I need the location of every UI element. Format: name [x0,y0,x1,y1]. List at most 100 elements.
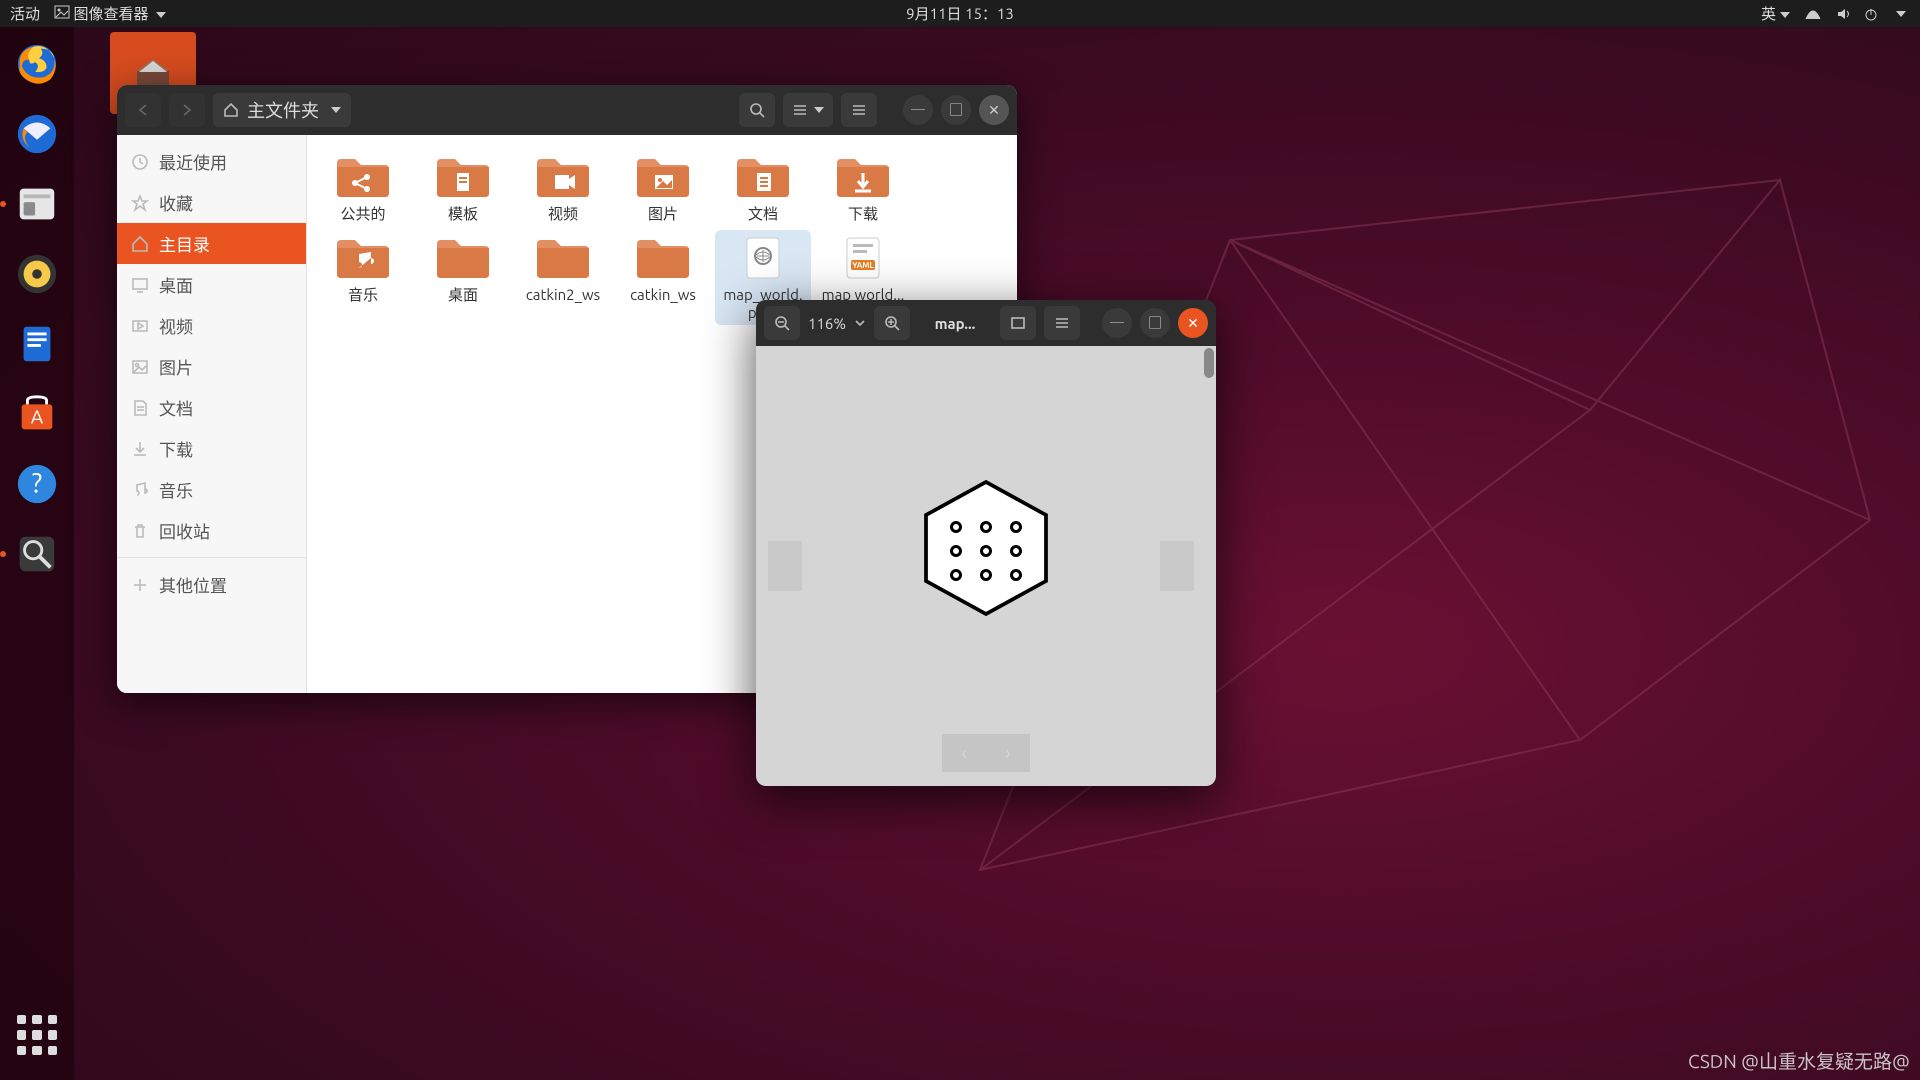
system-menu-chevron-icon[interactable] [1896,11,1906,17]
power-icon[interactable] [1864,7,1878,21]
maximize-button[interactable]: □ [941,95,971,125]
folder-item[interactable]: 图片 [615,149,711,226]
sidebar-item-label: 文档 [159,395,193,420]
network-icon[interactable] [1804,7,1822,21]
dock: A ? [0,27,74,1080]
star-icon [131,194,149,212]
sidebar-item-trash[interactable]: 回收站 [117,510,306,551]
sidebar-item-label: 图片 [159,354,193,379]
sidebar-item-label: 最近使用 [159,149,227,174]
dock-firefox[interactable] [6,33,68,95]
watermark: CSDN @山重水复疑无路@ [1688,1047,1910,1074]
folder-item[interactable]: 视频 [515,149,611,226]
view-toggle-button[interactable] [783,93,833,127]
folder-item[interactable]: 下载 [815,149,911,226]
sidebar-item-label: 主目录 [159,231,210,256]
folder-item[interactable]: 桌面 [415,230,511,325]
dock-rhythmbox[interactable] [6,243,68,305]
folder-item[interactable]: 音乐 [315,230,411,325]
file-label: 音乐 [348,286,378,303]
ime-indicator[interactable]: 英 [1761,3,1790,24]
zoom-out-button[interactable] [764,306,800,340]
download-icon [131,440,149,458]
file-label: 桌面 [448,286,478,303]
dock-thunderbird[interactable] [6,103,68,165]
folder-item[interactable]: 公共的 [315,149,411,226]
file-label: 公共的 [340,205,385,222]
dock-files[interactable] [6,173,68,235]
chevron-down-icon [156,12,166,18]
svg-text:A: A [31,406,44,428]
next-button[interactable]: › [986,734,1030,772]
dock-software[interactable]: A [6,383,68,445]
folder-item[interactable]: catkin_ws [615,230,711,325]
chevron-down-icon[interactable] [854,317,866,329]
maximize-button[interactable]: □ [1140,308,1170,338]
viewer-canvas[interactable]: ‹ › [756,346,1216,786]
dock-writer[interactable] [6,313,68,375]
search-button[interactable] [739,93,775,127]
minimize-button[interactable]: ─ [903,95,933,125]
dock-help[interactable]: ? [6,453,68,515]
activities-button[interactable]: 活动 [10,3,40,24]
sidebar-item-music[interactable]: 音乐 [117,469,306,510]
sidebar-item-star[interactable]: 收藏 [117,182,306,223]
folder-item[interactable]: catkin2_ws [515,230,611,325]
app-menu[interactable]: 图像查看器 [54,3,166,24]
sidebar-item-clock[interactable]: 最近使用 [117,141,306,182]
image-viewer-window: 116% map... ─ □ ✕ ‹ › [756,300,1216,786]
sidebar-item-desktop[interactable]: 桌面 [117,264,306,305]
clock[interactable]: 9月11日 15：13 [906,3,1014,24]
nav-overlay: ‹ › [942,734,1030,772]
path-bar[interactable]: 主文件夹 [213,93,351,127]
close-button[interactable]: ✕ [979,95,1009,125]
sidebar-item-label: 下载 [159,436,193,461]
zoom-in-button[interactable] [874,306,910,340]
home-icon [131,235,149,253]
file-label: catkin2_ws [526,286,600,303]
sidebar-item-home[interactable]: 主目录 [117,223,306,264]
sidebar-item-label: 收藏 [159,190,193,215]
dock-show-apps[interactable] [6,1004,68,1066]
fullscreen-button[interactable] [1000,306,1036,340]
sidebar-item-doc[interactable]: 文档 [117,387,306,428]
sidebar-item-image[interactable]: 图片 [117,346,306,387]
files-headerbar: 主文件夹 ─ □ ✕ [117,85,1017,135]
image-viewer-app-icon [54,5,70,19]
prev-image-overlay[interactable] [768,541,802,591]
svg-text:?: ? [32,469,42,499]
chevron-down-icon [331,107,341,113]
close-button[interactable]: ✕ [1178,308,1208,338]
clock-icon [131,153,149,171]
image-icon [131,358,149,376]
sidebar-item-label: 视频 [159,313,193,338]
minimize-button[interactable]: ─ [1102,308,1132,338]
files-sidebar: 最近使用收藏主目录桌面视频图片文档下载音乐回收站其他位置 [117,135,307,693]
hamburger-menu-button[interactable] [1044,306,1080,340]
next-image-overlay[interactable] [1160,541,1194,591]
nav-back-button[interactable] [125,93,161,127]
sidebar-item-label: 回收站 [159,518,210,543]
prev-button[interactable]: ‹ [942,734,986,772]
sidebar-item-video[interactable]: 视频 [117,305,306,346]
video-icon [131,317,149,335]
nav-forward-button[interactable] [169,93,205,127]
sidebar-item-label: 其他位置 [159,572,227,597]
viewer-title: map... [918,315,992,332]
dock-image-viewer[interactable] [6,523,68,585]
app-menu-label: 图像查看器 [73,5,148,22]
file-label: 图片 [648,205,678,222]
sidebar-item-label: 音乐 [159,477,193,502]
scrollbar[interactable] [1204,348,1214,378]
sidebar-item-download[interactable]: 下载 [117,428,306,469]
chevron-down-icon [814,107,824,113]
zoom-level: 116% [808,315,846,332]
volume-icon[interactable] [1836,7,1850,21]
doc-icon [131,399,149,417]
file-label: 视频 [548,205,578,222]
sidebar-item-plus[interactable]: 其他位置 [117,564,306,605]
folder-item[interactable]: 模板 [415,149,511,226]
hamburger-menu-button[interactable] [841,93,877,127]
desktop-icon [131,276,149,294]
folder-item[interactable]: 文档 [715,149,811,226]
